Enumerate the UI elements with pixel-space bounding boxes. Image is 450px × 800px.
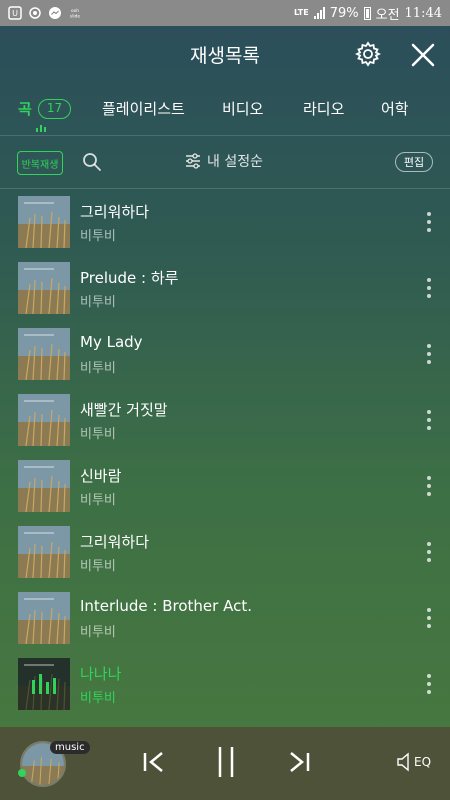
song-artist: 비투비: [80, 625, 116, 640]
album-thumbnail: [18, 592, 70, 644]
clock-ampm: 오전: [375, 7, 400, 23]
album-art-image: [18, 196, 70, 248]
song-title: Interlude : Brother Act.: [80, 597, 252, 615]
edit-button[interactable]: 편집: [395, 152, 433, 172]
more-options-icon[interactable]: [420, 276, 438, 300]
svg-text:U: U: [12, 9, 18, 18]
album-art-image: [18, 592, 70, 644]
mini-player: music EQ: [0, 727, 450, 800]
more-options-icon[interactable]: [420, 474, 438, 498]
song-title: 신바람: [80, 467, 122, 485]
music-badge: music: [50, 741, 90, 754]
battery-percent: 79%: [329, 5, 359, 21]
tab-songs[interactable]: 곡 17: [18, 98, 72, 119]
song-artist: 비투비: [80, 427, 116, 442]
now-playing-equalizer-icon: [32, 672, 56, 694]
song-row[interactable]: 나나나비투비: [0, 652, 450, 718]
song-title: Prelude : 하루: [80, 269, 179, 287]
album-art-image: [18, 526, 70, 578]
song-title: 그리워하다: [80, 533, 150, 551]
song-artist: 비투비: [80, 229, 116, 244]
more-options-icon[interactable]: [420, 540, 438, 564]
slide-notification-icon: oohslide: [70, 8, 80, 19]
header: 재생목록: [0, 26, 450, 82]
speaker-icon: [397, 752, 409, 772]
pause-icon[interactable]: [214, 745, 238, 779]
song-row[interactable]: My Lady 비투비: [0, 322, 450, 388]
tab-songs-label: 곡: [18, 100, 32, 118]
album-thumbnail: [18, 460, 70, 512]
previous-track-icon[interactable]: [140, 749, 166, 775]
clock-time: 11:44: [404, 5, 442, 21]
app-notification-icon: U: [8, 6, 22, 20]
song-title: My Lady: [80, 333, 143, 351]
more-options-icon[interactable]: [420, 606, 438, 630]
song-artist: 비투비: [80, 493, 116, 508]
messenger-notification-icon: [49, 7, 61, 19]
tab-songs-count-badge: 17: [37, 98, 72, 119]
next-track-icon[interactable]: [287, 749, 313, 775]
album-thumbnail: [18, 526, 70, 578]
album-art-image: [18, 262, 70, 314]
status-right: LTE 79% 오전 11:44: [294, 4, 442, 23]
song-artist: 비투비: [80, 691, 116, 706]
tab-language[interactable]: 어학: [381, 98, 409, 119]
svg-text:ooh: ooh: [71, 8, 79, 14]
svg-text:slide: slide: [70, 13, 80, 19]
playlist-toolbar: 반복재생 내 설정순 편집: [0, 137, 450, 189]
song-artist: 비투비: [80, 559, 116, 574]
more-options-icon[interactable]: [420, 672, 438, 696]
album-thumbnail: [18, 196, 70, 248]
album-art-image: [18, 328, 70, 380]
search-icon[interactable]: [82, 152, 102, 172]
album-art-image: [18, 460, 70, 512]
tab-active-equalizer-icon: [36, 124, 46, 132]
song-artist: 비투비: [80, 295, 116, 310]
eq-label: EQ: [414, 755, 432, 769]
tab-video[interactable]: 비디오: [222, 98, 263, 119]
album-thumbnail: [18, 658, 70, 710]
song-title: 나나나: [80, 665, 122, 683]
song-row[interactable]: Prelude : 하루비투비: [0, 256, 450, 322]
sliders-icon: [186, 153, 200, 169]
tab-bar: 곡 17 플레이리스트 비디오 라디오 어학: [0, 82, 450, 136]
song-row[interactable]: 그리워하다비투비: [0, 190, 450, 256]
camera-notification-icon: [29, 7, 41, 19]
settings-gear-icon[interactable]: [354, 40, 382, 68]
close-icon[interactable]: [408, 40, 438, 70]
album-thumbnail: [18, 394, 70, 446]
eq-button[interactable]: EQ: [396, 751, 432, 773]
playing-indicator-dot: [18, 769, 26, 777]
song-row[interactable]: 그리워하다비투비: [0, 520, 450, 586]
repeat-button[interactable]: 반복재생: [17, 151, 63, 175]
album-thumbnail: [18, 262, 70, 314]
album-art-image: [18, 394, 70, 446]
song-title: 새빨간 거짓말: [80, 401, 168, 419]
sort-button[interactable]: 내 설정순: [185, 151, 263, 171]
signal-icon: [313, 7, 325, 19]
battery-icon: [363, 6, 371, 20]
status-left-icons: U ooh slide: [8, 6, 82, 20]
more-options-icon[interactable]: [420, 210, 438, 234]
song-title: 그리워하다: [80, 203, 150, 221]
sort-label: 내 설정순: [207, 154, 263, 170]
page-title: 재생목록: [190, 44, 260, 67]
song-artist: 비투비: [80, 361, 116, 376]
tab-radio[interactable]: 라디오: [303, 98, 344, 119]
song-row[interactable]: 새빨간 거짓말비투비: [0, 388, 450, 454]
more-options-icon[interactable]: [420, 342, 438, 366]
song-row[interactable]: 신바람비투비: [0, 454, 450, 520]
status-bar: U ooh slide LTE 79% 오전 11:44: [0, 0, 450, 26]
network-type: LTE: [294, 8, 309, 17]
album-thumbnail: [18, 328, 70, 380]
song-row[interactable]: Interlude : Brother Act. 비투비: [0, 586, 450, 652]
tab-playlists[interactable]: 플레이리스트: [102, 98, 185, 119]
more-options-icon[interactable]: [420, 408, 438, 432]
